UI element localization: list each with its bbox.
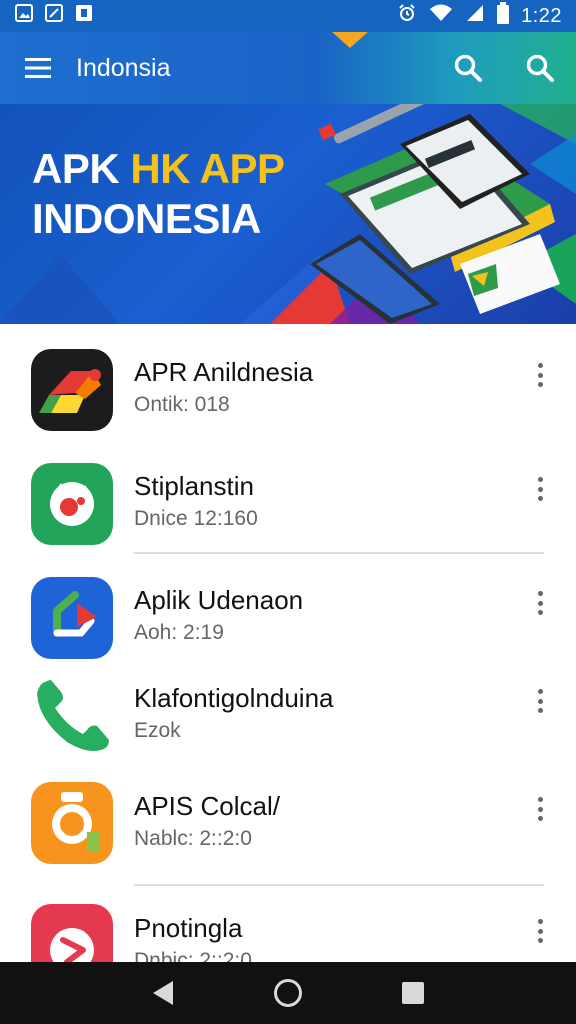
status-left-icons (14, 3, 94, 29)
more-options-button[interactable] (528, 916, 552, 946)
menu-button[interactable] (0, 32, 76, 104)
list-item-text: Aplik Udenaon Aoh: 2:19 (134, 584, 303, 648)
list-item[interactable]: Stiplanstin Dnice 12:160 (0, 438, 576, 552)
recents-button[interactable] (393, 973, 433, 1013)
search-icon (454, 54, 482, 82)
app-title: Indonsia (76, 53, 171, 82)
status-bar: 1:22 (0, 0, 576, 32)
image-icon (14, 3, 34, 29)
camera-app-icon (31, 782, 113, 864)
multicolor-app-icon (31, 349, 113, 431)
status-right-icons: 1:22 (397, 2, 562, 30)
app-list: APR Anildnesia Ontik: 018 Stiplanstin Dn… (0, 324, 576, 998)
list-item[interactable]: Klafontigolnduina Ezok (0, 666, 576, 774)
decorative-triangle (332, 32, 368, 48)
recents-icon (402, 982, 425, 1004)
hamburger-menu-icon (25, 58, 51, 78)
app-bar: Indonsia (0, 32, 576, 104)
list-item-title: Pnotingla (134, 913, 243, 943)
more-options-button[interactable] (528, 794, 552, 824)
phone-app-icon (31, 674, 113, 756)
home-icon (273, 979, 302, 1007)
list-item-title: APIS Colcal/ (134, 791, 280, 821)
banner-title: APK HK APP INDONESIA (32, 144, 285, 244)
edit-icon (44, 3, 64, 29)
search-icon (526, 54, 554, 82)
search-button[interactable] (432, 32, 504, 104)
more-options-button[interactable] (528, 588, 552, 618)
promo-banner[interactable]: APK HK APP INDONESIA (0, 104, 576, 324)
chat-bubble-app-icon (31, 463, 113, 545)
list-item-subtitle: Aoh: 2:19 (134, 621, 224, 644)
list-item-text: APR Anildnesia Ontik: 018 (134, 356, 313, 420)
list-item-subtitle: Dnice 12:160 (134, 507, 258, 530)
list-item-text: Klafontigolnduina Ezok (134, 682, 334, 746)
arrow-app-icon (31, 577, 113, 659)
banner-line-1: APK HK APP (32, 144, 285, 194)
list-item-title: APR Anildnesia (134, 357, 314, 387)
more-options-button[interactable] (528, 474, 552, 504)
back-icon (152, 981, 173, 1005)
list-item[interactable]: APIS Colcal/ Nablc: 2::2:0 (0, 774, 576, 888)
list-item-title: Klafontigolnduina (134, 683, 334, 713)
banner-line-1-accent: HK APP (130, 145, 285, 192)
list-item-subtitle: Ezok (134, 719, 181, 742)
back-button[interactable] (143, 973, 183, 1013)
system-nav-bar (0, 962, 576, 1024)
notification-icon (74, 3, 94, 29)
more-options-button[interactable] (528, 686, 552, 716)
phones-illustration (310, 104, 560, 324)
alarm-icon (397, 3, 417, 29)
list-item-title: Stiplanstin (134, 471, 254, 501)
status-time: 1:22 (521, 4, 562, 27)
app-bar-actions (432, 32, 576, 104)
list-item-subtitle: Ontik: 018 (134, 393, 230, 416)
list-item[interactable]: APR Anildnesia Ontik: 018 (0, 324, 576, 438)
list-item-text: Stiplanstin Dnice 12:160 (134, 470, 258, 534)
wifi-icon (429, 3, 453, 29)
home-button[interactable] (268, 973, 308, 1013)
battery-icon (497, 2, 510, 30)
more-options-button[interactable] (528, 360, 552, 390)
divider (134, 884, 544, 886)
banner-line-2: INDONESIA (32, 195, 261, 242)
list-item-text: APIS Colcal/ Nablc: 2::2:0 (134, 790, 280, 854)
list-item[interactable]: Aplik Udenaon Aoh: 2:19 (0, 552, 576, 666)
search-button-secondary[interactable] (504, 32, 576, 104)
list-item-title: Aplik Udenaon (134, 585, 304, 615)
list-item-subtitle: Nablc: 2::2:0 (134, 827, 252, 850)
banner-line-1-prefix: APK (32, 145, 120, 192)
signal-icon (465, 3, 485, 29)
